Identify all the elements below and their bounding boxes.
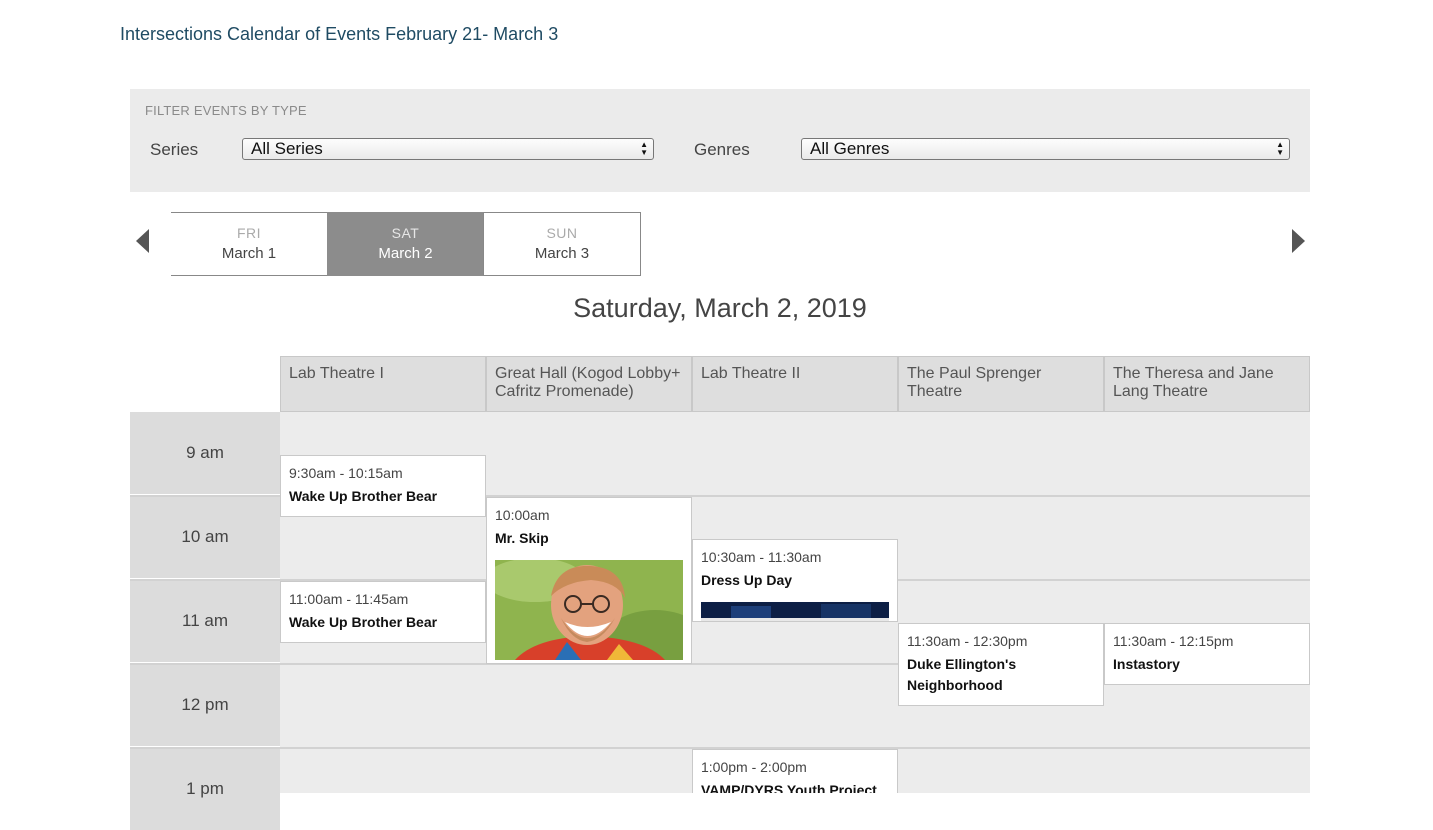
series-select[interactable]: All Series ▲ ▼ xyxy=(242,138,654,160)
day-tab-sun[interactable]: SUN March 3 xyxy=(483,212,641,276)
day-tab-date: March 3 xyxy=(534,245,590,262)
venue-header: The Theresa and Jane Lang Theatre xyxy=(1104,356,1310,412)
event-title[interactable]: Wake Up Brother Bear xyxy=(289,486,477,507)
select-arrows-icon: ▲ ▼ xyxy=(640,140,648,157)
event-card[interactable]: 10:30am - 11:30am Dress Up Day xyxy=(692,539,898,622)
genres-select[interactable]: All Genres ▲ ▼ xyxy=(801,138,1290,160)
filter-panel: FILTER EVENTS BY TYPE Series All Series … xyxy=(130,89,1310,192)
day-tab-sat[interactable]: SAT March 2 xyxy=(327,212,484,276)
event-card[interactable]: 9:30am - 10:15am Wake Up Brother Bear xyxy=(280,455,486,517)
event-photo[interactable] xyxy=(701,602,889,621)
event-card[interactable]: 11:30am - 12:30pm Duke Ellington's Neigh… xyxy=(898,623,1104,706)
event-title[interactable]: Dress Up Day xyxy=(701,570,889,591)
caret-right-icon[interactable] xyxy=(1292,229,1305,253)
venue-header: Lab Theatre I xyxy=(280,356,486,412)
event-title[interactable]: VAMP/DYRS Youth Project xyxy=(701,780,889,793)
event-title[interactable]: Mr. Skip xyxy=(495,528,683,549)
event-card[interactable]: 11:00am - 11:45am Wake Up Brother Bear xyxy=(280,581,486,643)
genres-select-value: All Genres xyxy=(810,139,890,158)
venue-header: The Paul Sprenger Theatre xyxy=(898,356,1104,412)
performer-photo[interactable] xyxy=(495,560,683,660)
event-time: 11:00am - 11:45am xyxy=(289,591,409,607)
event-title[interactable]: Wake Up Brother Bear xyxy=(289,612,477,633)
select-arrows-icon: ▲ ▼ xyxy=(1276,140,1284,157)
day-tab-date: March 2 xyxy=(378,245,433,262)
caret-left-icon[interactable] xyxy=(136,229,149,253)
time-label: 11 am xyxy=(130,580,280,662)
venue-header: Lab Theatre II xyxy=(692,356,898,412)
event-time: 10:30am - 11:30am xyxy=(701,549,822,565)
time-label: 10 am xyxy=(130,496,280,578)
day-tab-dow: SAT xyxy=(391,225,420,241)
event-card[interactable]: 1:00pm - 2:00pm VAMP/DYRS Youth Project xyxy=(692,749,898,793)
day-tab-dow: FRI xyxy=(236,225,262,241)
event-card[interactable]: 11:30am - 12:15pm Instastory xyxy=(1104,623,1310,685)
selected-day-heading: Saturday, March 2, 2019 xyxy=(573,293,867,323)
day-tab-fri[interactable]: FRI March 1 xyxy=(171,212,328,276)
event-card[interactable]: 10:00am Mr. Skip xyxy=(486,497,692,664)
day-tab-date: March 1 xyxy=(221,245,277,262)
event-time: 9:30am - 10:15am xyxy=(289,465,403,481)
venue-header: Great Hall (Kogod Lobby+ Cafritz Promena… xyxy=(486,356,692,412)
event-title[interactable]: Duke Ellington's Neighborhood xyxy=(907,654,1095,696)
event-time: 11:30am - 12:30pm xyxy=(907,633,1028,649)
event-time: 1:00pm - 2:00pm xyxy=(701,759,807,775)
time-label: 9 am xyxy=(130,412,280,494)
series-select-value: All Series xyxy=(251,139,323,158)
event-title[interactable]: Instastory xyxy=(1113,654,1301,675)
page-title[interactable]: Intersections Calendar of Events Februar… xyxy=(120,24,558,45)
time-label: 12 pm xyxy=(130,664,280,746)
genres-label: Genres xyxy=(694,140,750,159)
event-time: 10:00am xyxy=(495,507,550,523)
day-tab-dow: SUN xyxy=(546,225,578,241)
event-time: 11:30am - 12:15pm xyxy=(1113,633,1234,649)
series-label: Series xyxy=(150,140,199,159)
filter-heading: FILTER EVENTS BY TYPE xyxy=(145,103,307,118)
time-label: 1 pm xyxy=(130,748,280,830)
